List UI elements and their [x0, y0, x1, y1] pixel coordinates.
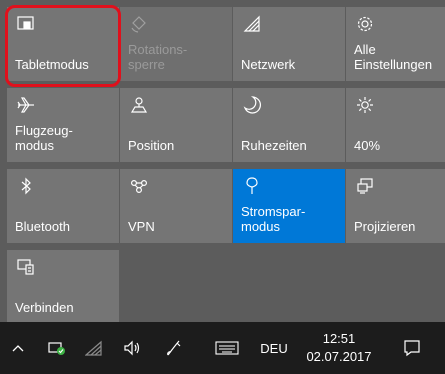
gear-icon — [355, 14, 375, 34]
notification-icon — [403, 339, 421, 357]
airplane-icon — [16, 95, 36, 115]
tile-label: Bluetooth — [15, 219, 70, 234]
vpn-icon — [129, 176, 149, 196]
chevron-up-icon — [12, 344, 24, 352]
pen-icon — [165, 339, 183, 357]
tile-label: VPN — [128, 219, 155, 234]
tile-label: 40% — [354, 138, 381, 153]
tile-label: Netzwerk — [241, 57, 296, 72]
taskbar: DEU 12:51 02.07.2017 — [0, 322, 445, 374]
tile-connect[interactable]: Verbinden — [7, 250, 119, 324]
pen-workspace-button[interactable] — [162, 322, 186, 374]
tile-battery-saver[interactable]: Stromspar- modus — [233, 169, 345, 243]
project-icon — [355, 176, 375, 196]
wifi-icon — [85, 340, 103, 356]
tile-network[interactable]: Netzwerk — [233, 7, 345, 81]
brightness-icon — [355, 95, 375, 115]
monitor-app-icon — [48, 341, 66, 355]
tile-label: Projizieren — [354, 219, 416, 234]
tile-airplane-mode[interactable]: Flugzeug- modus — [7, 88, 119, 162]
tile-rotation-lock[interactable]: Rotations- sperre — [120, 7, 232, 81]
action-center-quick-actions: Tabletmodus Rotations- sperre Netzwerk A… — [0, 0, 445, 324]
tile-label: Tabletmodus — [15, 57, 89, 72]
volume-button[interactable] — [120, 322, 144, 374]
tray-app-button[interactable] — [44, 322, 70, 374]
tile-label: Verbinden — [15, 300, 74, 315]
moon-icon — [242, 95, 262, 115]
tile-quiet-hours[interactable]: Ruhezeiten — [233, 88, 345, 162]
tile-label: Stromspar- modus — [241, 204, 306, 234]
touch-keyboard-button[interactable] — [212, 322, 242, 374]
battery-saver-icon — [242, 176, 262, 196]
tile-bluetooth[interactable]: Bluetooth — [7, 169, 119, 243]
tile-label: Alle Einstellungen — [354, 42, 433, 72]
clock-date: 02.07.2017 — [306, 349, 372, 364]
tablet-mode-icon — [16, 14, 36, 34]
tile-label: Flugzeug- modus — [15, 123, 73, 153]
tile-tablet-mode[interactable]: Tabletmodus — [7, 7, 119, 81]
tile-brightness[interactable]: 40% — [346, 88, 445, 162]
tile-vpn[interactable]: VPN — [120, 169, 232, 243]
tile-label: Position — [128, 138, 175, 153]
keyboard-icon — [215, 341, 239, 355]
tile-label: Rotations- sperre — [128, 42, 188, 72]
location-icon — [129, 95, 149, 115]
tile-project[interactable]: Projizieren — [346, 169, 445, 243]
tile-all-settings[interactable]: Alle Einstellungen — [346, 7, 445, 81]
tile-position[interactable]: Position — [120, 88, 232, 162]
input-language-button[interactable]: DEU — [254, 322, 294, 374]
show-hidden-icons-button[interactable] — [8, 322, 28, 374]
bluetooth-icon — [16, 176, 36, 196]
tile-label: Ruhezeiten — [241, 138, 307, 153]
action-center-button[interactable] — [398, 322, 426, 374]
speaker-icon — [123, 340, 141, 356]
clock: 12:51 02.07.2017 — [306, 330, 371, 366]
network-tray-button[interactable] — [82, 322, 106, 374]
network-icon — [242, 14, 262, 34]
clock-time: 12:51 — [322, 331, 356, 346]
connect-icon — [16, 257, 36, 277]
clock-button[interactable]: 12:51 02.07.2017 — [300, 322, 378, 374]
rotation-lock-icon — [129, 14, 149, 34]
